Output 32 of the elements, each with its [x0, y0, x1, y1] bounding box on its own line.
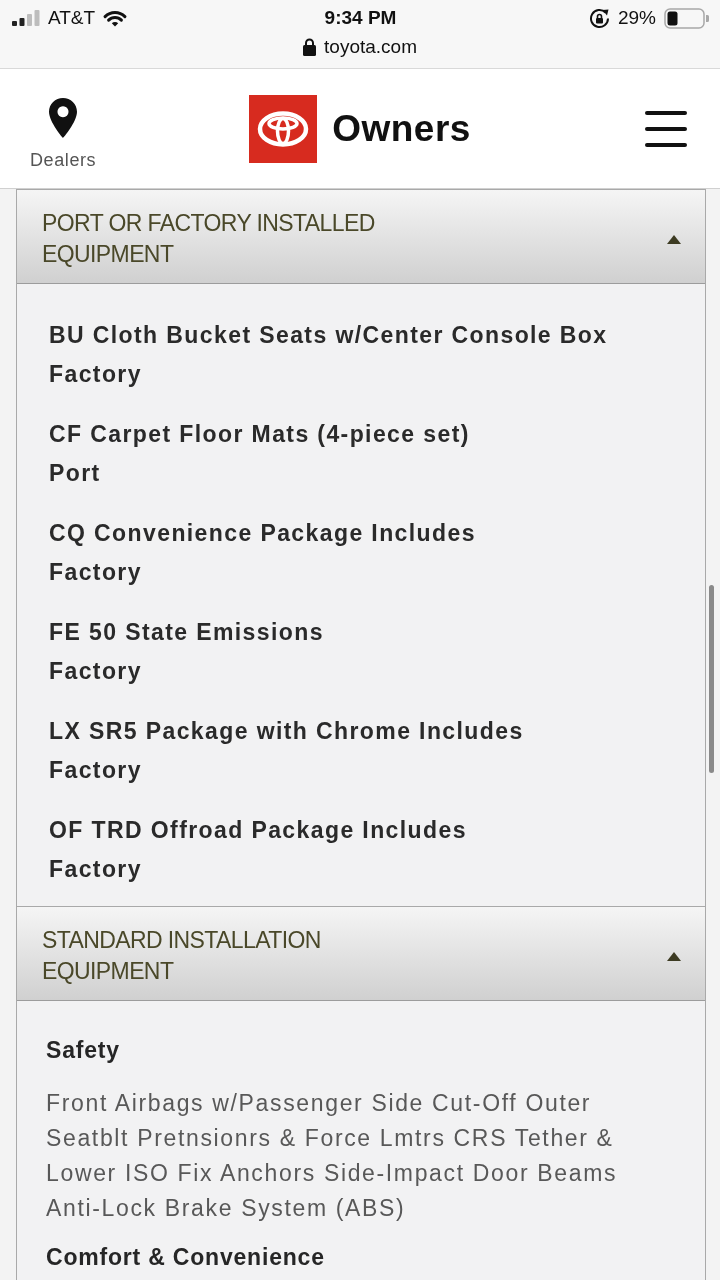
carrier-name: AT&T	[48, 7, 96, 29]
option-source: Factory	[49, 558, 143, 587]
owners-home-link[interactable]: Owners	[249, 94, 471, 163]
battery-percent: 29%	[617, 7, 656, 29]
rotation-lock-icon	[588, 7, 610, 29]
option-source: Factory	[49, 855, 143, 884]
option-name: BU Cloth Bucket Seats w/Center Console Box	[49, 321, 609, 350]
category-heading: Safety	[46, 1036, 121, 1065]
signal-icon	[12, 10, 40, 26]
caret-up-icon	[667, 234, 681, 244]
clock-time: 9:34 PM	[324, 7, 397, 29]
option-name: OF TRD Offroad Package Includes	[49, 816, 468, 845]
option-source: Factory	[49, 756, 143, 785]
url-text: toyota.com	[324, 36, 417, 58]
logo-icon	[249, 94, 318, 163]
feature-list-text: Front Airbags w/Passenger Side Cut-Off Outer Seatblt Pretnsionrs & Force Lmtrs CRS Tether & Lower ISO Fix Anchors Side-Impact Door Beams Anti-Lock Brake System (ABS)	[46, 1089, 619, 1223]
lock-icon	[303, 38, 317, 56]
option-source: Factory	[49, 360, 143, 389]
battery-icon	[664, 7, 709, 29]
option-source: Factory	[49, 657, 143, 686]
category-heading: Comfort & Convenience	[46, 1243, 326, 1272]
wifi-icon	[103, 9, 128, 27]
location-pin-icon	[49, 98, 78, 138]
dealers-link[interactable]: Dealers	[30, 98, 97, 170]
menu-icon	[645, 109, 687, 148]
option-name: LX SR5 Package with Chrome Includes	[49, 717, 525, 746]
menu-button[interactable]	[645, 109, 687, 148]
option-name: FE 50 State Emissions	[49, 618, 325, 647]
option-name: CQ Convenience Package Includes	[49, 519, 477, 548]
option-name: CF Carpet Floor Mats (4-piece set)	[49, 420, 471, 449]
option-source: Port	[49, 459, 102, 488]
caret-up-icon	[667, 951, 681, 961]
